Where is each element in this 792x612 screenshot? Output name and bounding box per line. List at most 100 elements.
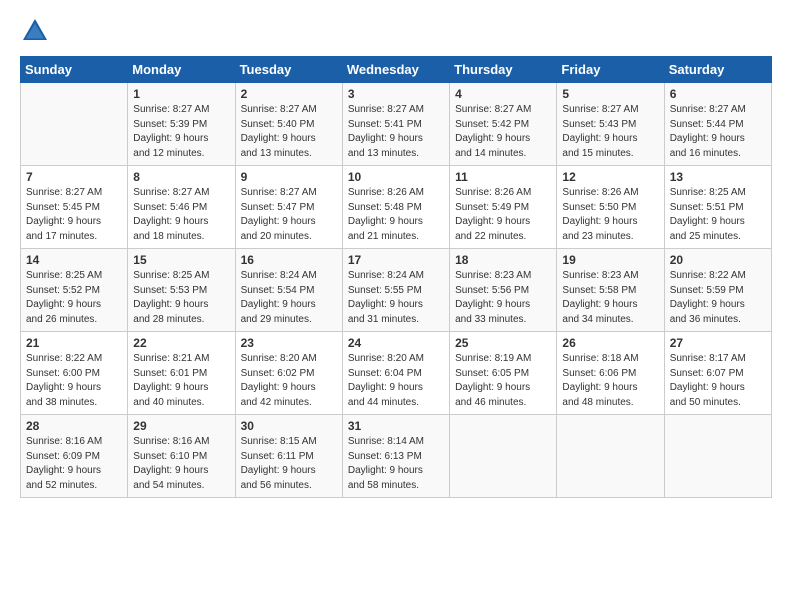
calendar-cell: 23 Sunrise: 8:20 AMSunset: 6:02 PMDaylig…: [235, 332, 342, 415]
calendar-cell: 9 Sunrise: 8:27 AMSunset: 5:47 PMDayligh…: [235, 166, 342, 249]
day-info: Sunrise: 8:23 AMSunset: 5:58 PMDaylight:…: [562, 269, 658, 327]
day-number: 18: [455, 253, 551, 267]
calendar-cell: [664, 415, 771, 498]
day-info: Sunrise: 8:17 AMSunset: 6:07 PMDaylight:…: [670, 352, 766, 410]
calendar-cell: 11 Sunrise: 8:26 AMSunset: 5:49 PMDaylig…: [450, 166, 557, 249]
day-info: Sunrise: 8:25 AMSunset: 5:53 PMDaylight:…: [133, 269, 229, 327]
calendar-cell: 29 Sunrise: 8:16 AMSunset: 6:10 PMDaylig…: [128, 415, 235, 498]
day-number: 9: [241, 170, 337, 184]
day-info: Sunrise: 8:27 AMSunset: 5:45 PMDaylight:…: [26, 186, 122, 244]
day-number: 25: [455, 336, 551, 350]
day-number: 20: [670, 253, 766, 267]
calendar-cell: 18 Sunrise: 8:23 AMSunset: 5:56 PMDaylig…: [450, 249, 557, 332]
day-info: Sunrise: 8:24 AMSunset: 5:55 PMDaylight:…: [348, 269, 444, 327]
day-number: 23: [241, 336, 337, 350]
calendar-cell: [21, 83, 128, 166]
calendar-cell: 16 Sunrise: 8:24 AMSunset: 5:54 PMDaylig…: [235, 249, 342, 332]
day-info: Sunrise: 8:27 AMSunset: 5:44 PMDaylight:…: [670, 103, 766, 161]
day-info: Sunrise: 8:16 AMSunset: 6:10 PMDaylight:…: [133, 435, 229, 493]
calendar-cell: 12 Sunrise: 8:26 AMSunset: 5:50 PMDaylig…: [557, 166, 664, 249]
calendar-cell: 28 Sunrise: 8:16 AMSunset: 6:09 PMDaylig…: [21, 415, 128, 498]
calendar-cell: 5 Sunrise: 8:27 AMSunset: 5:43 PMDayligh…: [557, 83, 664, 166]
day-number: 22: [133, 336, 229, 350]
day-number: 13: [670, 170, 766, 184]
day-info: Sunrise: 8:21 AMSunset: 6:01 PMDaylight:…: [133, 352, 229, 410]
weekday-header-wednesday: Wednesday: [342, 57, 449, 83]
day-info: Sunrise: 8:14 AMSunset: 6:13 PMDaylight:…: [348, 435, 444, 493]
weekday-header-row: SundayMondayTuesdayWednesdayThursdayFrid…: [21, 57, 772, 83]
day-info: Sunrise: 8:20 AMSunset: 6:02 PMDaylight:…: [241, 352, 337, 410]
day-number: 15: [133, 253, 229, 267]
day-number: 14: [26, 253, 122, 267]
day-number: 29: [133, 419, 229, 433]
day-number: 3: [348, 87, 444, 101]
calendar-cell: 20 Sunrise: 8:22 AMSunset: 5:59 PMDaylig…: [664, 249, 771, 332]
day-info: Sunrise: 8:25 AMSunset: 5:51 PMDaylight:…: [670, 186, 766, 244]
day-info: Sunrise: 8:18 AMSunset: 6:06 PMDaylight:…: [562, 352, 658, 410]
day-number: 11: [455, 170, 551, 184]
day-number: 28: [26, 419, 122, 433]
calendar-cell: 31 Sunrise: 8:14 AMSunset: 6:13 PMDaylig…: [342, 415, 449, 498]
day-number: 16: [241, 253, 337, 267]
day-info: Sunrise: 8:22 AMSunset: 5:59 PMDaylight:…: [670, 269, 766, 327]
day-info: Sunrise: 8:27 AMSunset: 5:42 PMDaylight:…: [455, 103, 551, 161]
weekday-header-saturday: Saturday: [664, 57, 771, 83]
page: SundayMondayTuesdayWednesdayThursdayFrid…: [0, 0, 792, 508]
day-number: 27: [670, 336, 766, 350]
day-info: Sunrise: 8:16 AMSunset: 6:09 PMDaylight:…: [26, 435, 122, 493]
day-number: 7: [26, 170, 122, 184]
calendar-cell: 26 Sunrise: 8:18 AMSunset: 6:06 PMDaylig…: [557, 332, 664, 415]
calendar-cell: 1 Sunrise: 8:27 AMSunset: 5:39 PMDayligh…: [128, 83, 235, 166]
calendar-week-3: 14 Sunrise: 8:25 AMSunset: 5:52 PMDaylig…: [21, 249, 772, 332]
weekday-header-monday: Monday: [128, 57, 235, 83]
day-number: 21: [26, 336, 122, 350]
calendar-table: SundayMondayTuesdayWednesdayThursdayFrid…: [20, 56, 772, 498]
day-info: Sunrise: 8:24 AMSunset: 5:54 PMDaylight:…: [241, 269, 337, 327]
day-info: Sunrise: 8:19 AMSunset: 6:05 PMDaylight:…: [455, 352, 551, 410]
day-info: Sunrise: 8:26 AMSunset: 5:49 PMDaylight:…: [455, 186, 551, 244]
day-info: Sunrise: 8:22 AMSunset: 6:00 PMDaylight:…: [26, 352, 122, 410]
calendar-cell: 22 Sunrise: 8:21 AMSunset: 6:01 PMDaylig…: [128, 332, 235, 415]
logo-icon: [20, 16, 50, 46]
day-number: 6: [670, 87, 766, 101]
calendar-cell: 10 Sunrise: 8:26 AMSunset: 5:48 PMDaylig…: [342, 166, 449, 249]
calendar-cell: 8 Sunrise: 8:27 AMSunset: 5:46 PMDayligh…: [128, 166, 235, 249]
day-info: Sunrise: 8:15 AMSunset: 6:11 PMDaylight:…: [241, 435, 337, 493]
day-number: 24: [348, 336, 444, 350]
calendar-cell: 19 Sunrise: 8:23 AMSunset: 5:58 PMDaylig…: [557, 249, 664, 332]
day-number: 17: [348, 253, 444, 267]
calendar-cell: 25 Sunrise: 8:19 AMSunset: 6:05 PMDaylig…: [450, 332, 557, 415]
day-info: Sunrise: 8:26 AMSunset: 5:50 PMDaylight:…: [562, 186, 658, 244]
day-number: 26: [562, 336, 658, 350]
day-number: 4: [455, 87, 551, 101]
day-info: Sunrise: 8:27 AMSunset: 5:43 PMDaylight:…: [562, 103, 658, 161]
calendar-cell: 24 Sunrise: 8:20 AMSunset: 6:04 PMDaylig…: [342, 332, 449, 415]
calendar-week-5: 28 Sunrise: 8:16 AMSunset: 6:09 PMDaylig…: [21, 415, 772, 498]
calendar-cell: 15 Sunrise: 8:25 AMSunset: 5:53 PMDaylig…: [128, 249, 235, 332]
day-number: 12: [562, 170, 658, 184]
calendar-cell: 21 Sunrise: 8:22 AMSunset: 6:00 PMDaylig…: [21, 332, 128, 415]
day-number: 5: [562, 87, 658, 101]
day-number: 30: [241, 419, 337, 433]
calendar-week-4: 21 Sunrise: 8:22 AMSunset: 6:00 PMDaylig…: [21, 332, 772, 415]
day-number: 2: [241, 87, 337, 101]
day-info: Sunrise: 8:27 AMSunset: 5:40 PMDaylight:…: [241, 103, 337, 161]
day-info: Sunrise: 8:20 AMSunset: 6:04 PMDaylight:…: [348, 352, 444, 410]
calendar-cell: 6 Sunrise: 8:27 AMSunset: 5:44 PMDayligh…: [664, 83, 771, 166]
weekday-header-sunday: Sunday: [21, 57, 128, 83]
calendar-cell: [450, 415, 557, 498]
weekday-header-thursday: Thursday: [450, 57, 557, 83]
calendar-cell: 13 Sunrise: 8:25 AMSunset: 5:51 PMDaylig…: [664, 166, 771, 249]
calendar-cell: 17 Sunrise: 8:24 AMSunset: 5:55 PMDaylig…: [342, 249, 449, 332]
day-number: 19: [562, 253, 658, 267]
calendar-cell: 2 Sunrise: 8:27 AMSunset: 5:40 PMDayligh…: [235, 83, 342, 166]
day-number: 8: [133, 170, 229, 184]
day-number: 10: [348, 170, 444, 184]
weekday-header-friday: Friday: [557, 57, 664, 83]
day-info: Sunrise: 8:27 AMSunset: 5:46 PMDaylight:…: [133, 186, 229, 244]
weekday-header-tuesday: Tuesday: [235, 57, 342, 83]
day-info: Sunrise: 8:26 AMSunset: 5:48 PMDaylight:…: [348, 186, 444, 244]
day-info: Sunrise: 8:27 AMSunset: 5:47 PMDaylight:…: [241, 186, 337, 244]
day-info: Sunrise: 8:27 AMSunset: 5:41 PMDaylight:…: [348, 103, 444, 161]
header: [20, 16, 772, 46]
